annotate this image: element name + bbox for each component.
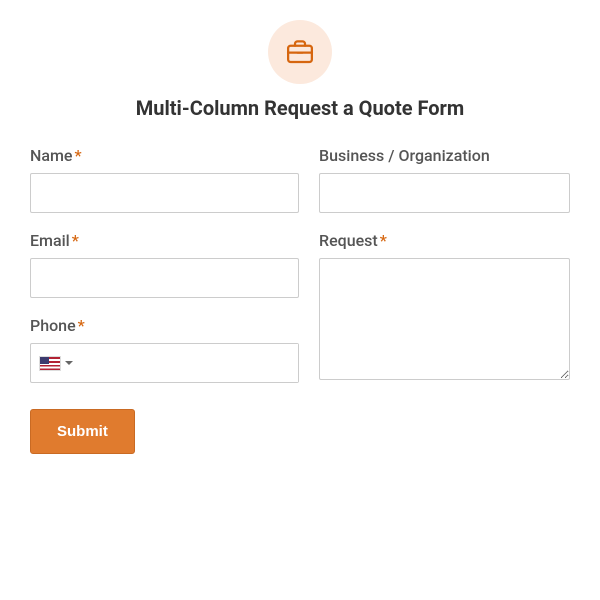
name-input[interactable] (30, 173, 299, 213)
chevron-down-icon (65, 361, 73, 365)
us-flag-icon (39, 356, 61, 371)
phone-input[interactable] (79, 344, 298, 382)
business-label: Business / Organization (319, 146, 570, 165)
business-input[interactable] (319, 173, 570, 213)
phone-label: Phone* (30, 316, 299, 335)
email-input[interactable] (30, 258, 299, 298)
request-label: Request* (319, 231, 570, 250)
required-marker: * (78, 316, 85, 335)
required-marker: * (380, 231, 387, 250)
required-marker: * (74, 146, 81, 165)
request-textarea[interactable] (319, 258, 570, 380)
email-label: Email* (30, 231, 299, 250)
page-title: Multi-Column Request a Quote Form (30, 96, 570, 120)
country-select[interactable] (39, 356, 79, 371)
name-label: Name* (30, 146, 299, 165)
required-marker: * (72, 231, 79, 250)
submit-button[interactable]: Submit (30, 409, 135, 454)
briefcase-icon (268, 20, 332, 84)
